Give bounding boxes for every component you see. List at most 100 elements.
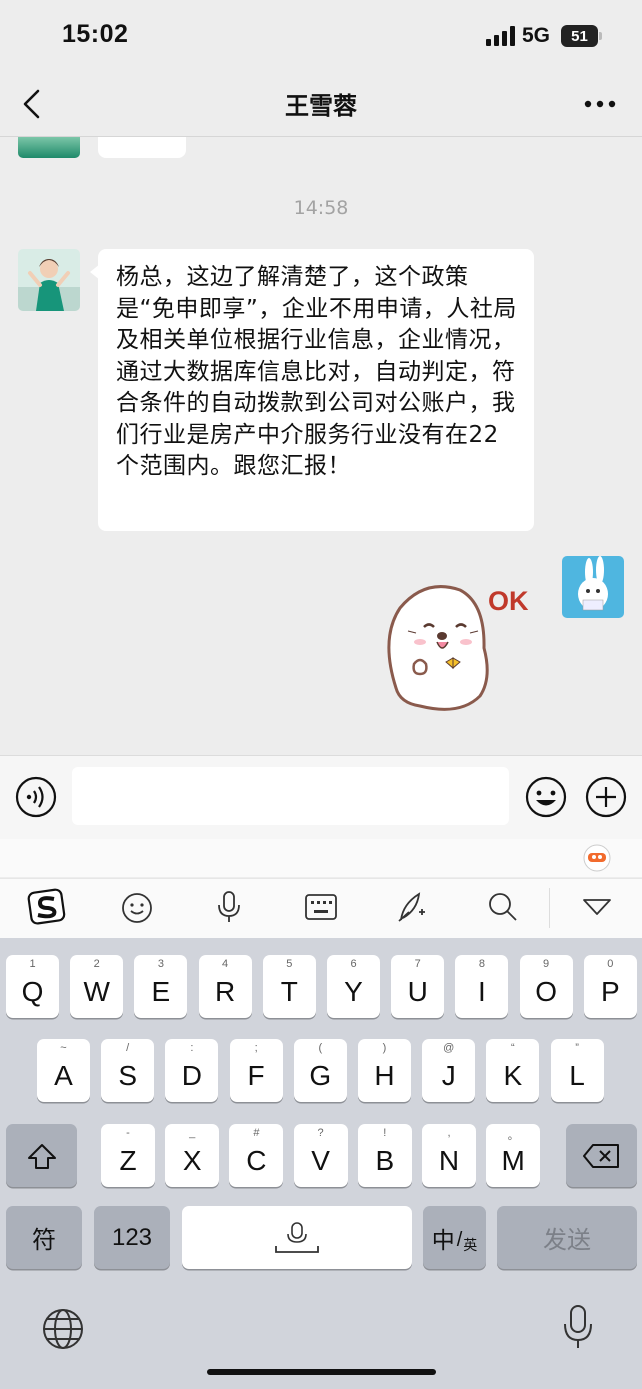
key-x[interactable]: _ X: [165, 1124, 220, 1187]
key-u[interactable]: 7U: [391, 955, 445, 1018]
ime-search-icon[interactable]: [487, 891, 519, 923]
seal-ok-sticker[interactable]: OK: [380, 578, 530, 718]
sticker-ok-text: OK: [488, 586, 529, 616]
key-label: V: [311, 1144, 330, 1176]
key-label: C: [246, 1144, 267, 1176]
key-secondary-label: ~: [60, 1042, 67, 1054]
key-secondary-label: “: [511, 1042, 515, 1054]
backspace-icon: [582, 1143, 619, 1168]
symbols-key[interactable]: 符: [6, 1206, 82, 1269]
more-options-icon[interactable]: [584, 92, 616, 116]
key-secondary-label: _: [189, 1127, 196, 1139]
key-secondary-label: 9: [543, 958, 550, 970]
key-label: N: [438, 1144, 460, 1176]
key-secondary-label: :: [190, 1042, 194, 1054]
status-time: 15:02: [62, 20, 129, 48]
key-y[interactable]: 6Y: [327, 955, 380, 1018]
key-b[interactable]: ! B: [357, 1124, 412, 1187]
shift-key[interactable]: [6, 1124, 77, 1187]
key-q[interactable]: 1Q: [6, 955, 59, 1018]
key-label: I: [478, 975, 486, 1007]
key-t[interactable]: 5T: [262, 955, 316, 1018]
ime-handwriting-icon[interactable]: [395, 890, 429, 924]
key-p[interactable]: 0P: [583, 955, 637, 1018]
key-label: B: [375, 1144, 395, 1176]
key-secondary-label: -: [126, 1127, 130, 1139]
hide-keyboard-icon[interactable]: [582, 896, 612, 918]
key-n[interactable]: ,N: [422, 1124, 476, 1187]
voice-input-icon[interactable]: [15, 776, 57, 818]
ime-emoji-icon[interactable]: [121, 892, 153, 924]
key-label: U: [407, 975, 428, 1007]
key-o[interactable]: 9O: [519, 955, 573, 1018]
key-secondary-label: (: [318, 1042, 323, 1054]
key-label: O: [535, 975, 557, 1007]
globe-icon[interactable]: [42, 1308, 84, 1350]
key-label: S: [118, 1059, 138, 1091]
key-label: A: [54, 1059, 73, 1091]
backspace-key[interactable]: [566, 1124, 637, 1187]
key-d[interactable]: :D: [165, 1039, 219, 1102]
signal-icon: [486, 26, 515, 46]
emoji-icon[interactable]: [525, 776, 567, 818]
key-i[interactable]: 8I: [455, 955, 509, 1018]
my-avatar[interactable]: [562, 556, 624, 618]
key-m[interactable]: 。 M: [486, 1124, 541, 1187]
contact-avatar[interactable]: [18, 249, 80, 311]
add-more-icon[interactable]: [585, 776, 627, 818]
key-secondary-label: !: [383, 1127, 387, 1139]
key-secondary-label: 8: [478, 958, 485, 970]
key-a[interactable]: ~ A: [37, 1039, 90, 1102]
key-label: M: [501, 1144, 525, 1176]
key-label: Y: [344, 975, 363, 1007]
ime-candidate-bar: [0, 839, 642, 877]
key-label: L: [569, 1059, 585, 1091]
key-l[interactable]: ” L: [550, 1039, 604, 1102]
lang-separator: /: [456, 1229, 463, 1251]
ime-mascot-icon[interactable]: [582, 843, 612, 873]
previous-message-bubble[interactable]: [98, 137, 186, 158]
message-input[interactable]: [72, 767, 509, 825]
dictation-mic-icon[interactable]: [562, 1304, 594, 1350]
key-label: F: [247, 1059, 265, 1091]
key-e[interactable]: 3E: [134, 955, 188, 1018]
key-c[interactable]: # C: [229, 1124, 284, 1187]
key-f[interactable]: ; F: [229, 1039, 283, 1102]
language-toggle-key[interactable]: 中 / 英: [423, 1206, 486, 1269]
numbers-key[interactable]: 123: [94, 1206, 170, 1269]
key-r[interactable]: 4R: [198, 955, 252, 1018]
battery-tip: [599, 32, 602, 40]
key-secondary-label: 4: [222, 958, 229, 970]
lang-main-label: 中: [431, 1226, 455, 1253]
key-label: G: [309, 1059, 332, 1091]
ime-voice-icon[interactable]: [216, 890, 242, 924]
key-v[interactable]: ? V: [293, 1124, 348, 1187]
key-j[interactable]: @ J: [422, 1039, 476, 1102]
sogou-logo-icon[interactable]: [27, 888, 67, 926]
home-indicator: [207, 1369, 436, 1375]
key-secondary-label: ;: [254, 1042, 258, 1054]
key-label: E: [151, 975, 171, 1007]
key-secondary-label: @: [443, 1042, 455, 1054]
key-k[interactable]: “K: [486, 1039, 540, 1102]
key-secondary-label: 。: [507, 1130, 519, 1142]
send-key[interactable]: 发送: [497, 1206, 637, 1269]
key-label: J: [441, 1059, 456, 1091]
ime-keyboard-icon[interactable]: [305, 894, 337, 920]
key-w[interactable]: 2W: [70, 955, 124, 1018]
key-secondary-label: 6: [350, 958, 357, 970]
key-label: K: [503, 1059, 523, 1091]
key-s[interactable]: / S: [101, 1039, 155, 1102]
key-h[interactable]: ) H: [358, 1039, 411, 1102]
key-g[interactable]: (G: [293, 1039, 347, 1102]
space-key[interactable]: [182, 1206, 412, 1269]
key-secondary-label: /: [126, 1042, 130, 1054]
key-label: H: [374, 1059, 395, 1091]
key-z[interactable]: -Z: [101, 1124, 155, 1187]
key-secondary-label: #: [253, 1127, 260, 1139]
key-secondary-label: 5: [286, 958, 293, 970]
key-secondary-label: 0: [607, 958, 614, 970]
network-type: 5G: [522, 24, 551, 47]
key-label: X: [182, 1144, 202, 1176]
contact-avatar-partial[interactable]: [18, 137, 80, 158]
